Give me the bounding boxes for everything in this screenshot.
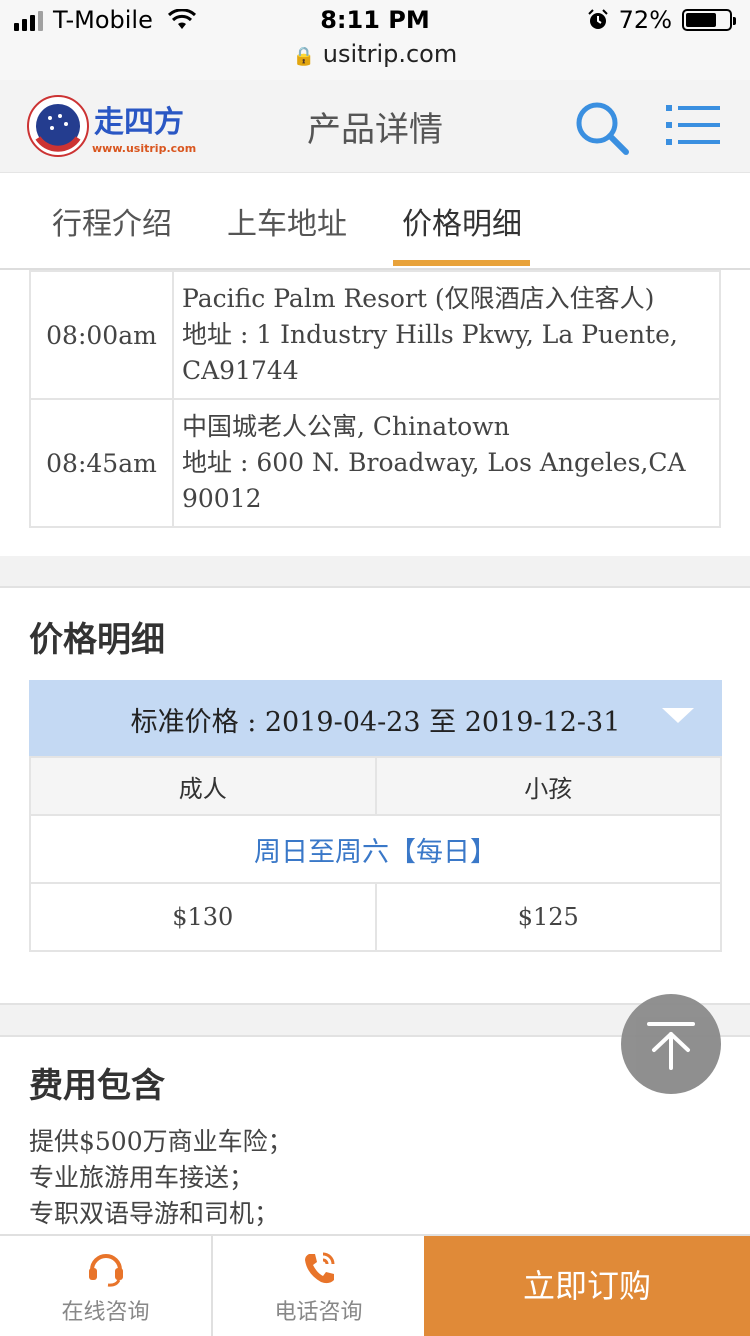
buy-now-button[interactable]: 立即订购: [424, 1236, 750, 1336]
pickup-location: 中国城老人公寓, Chinatown 地址 : 600 N. Broadway,…: [172, 398, 721, 528]
column-header-adult: 成人: [29, 756, 377, 816]
includes-section-title: 费用包含: [29, 1066, 165, 1106]
price-child: $125: [374, 882, 722, 952]
status-right: 72%: [587, 6, 736, 34]
online-consult-label: 在线咨询: [61, 1300, 150, 1325]
page-title: 产品详情: [307, 110, 443, 150]
price-adult: $130: [29, 882, 377, 952]
tab-itinerary[interactable]: 行程介绍: [52, 199, 172, 243]
section-divider: [0, 556, 750, 588]
price-period-selector[interactable]: 标准价格 : 2019-04-23 至 2019-12-31: [29, 680, 722, 756]
tab-bar: 行程介绍 上车地址 价格明细: [0, 173, 750, 270]
phone-icon: [304, 1252, 334, 1284]
lock-icon: 🔒: [292, 46, 316, 67]
battery-percent: 72%: [618, 6, 672, 34]
includes-list: 提供$500万商业车险； 专业旅游用车接送； 专职双语导游和司机；: [29, 1124, 293, 1232]
pickup-address: 地址 : 600 N. Broadway, Los Angeles,CA 900…: [182, 448, 686, 513]
app-header: 走四方 www.usitrip.com 产品详情: [0, 80, 750, 173]
day-range-label: 周日至周六【每日】: [29, 814, 722, 884]
tab-price-detail[interactable]: 价格明细: [402, 199, 522, 243]
pickup-time: 08:00am: [29, 270, 174, 400]
menu-icon[interactable]: [666, 102, 720, 148]
table-row: 周日至周六【每日】: [29, 814, 722, 884]
headset-icon: [88, 1254, 123, 1287]
status-bar: T-Mobile 8:11 PM 72% 🔒 usitrip.com: [0, 0, 750, 80]
phone-consult-label: 电话咨询: [274, 1300, 363, 1325]
list-item: 专职双语导游和司机；: [29, 1199, 280, 1228]
url-text: usitrip.com: [322, 40, 458, 68]
price-table: 成人 小孩 周日至周六【每日】 $130 $125: [29, 756, 722, 952]
url-bar[interactable]: 🔒 usitrip.com: [0, 40, 750, 68]
table-row: 08:45am 中国城老人公寓, Chinatown 地址 : 600 N. B…: [29, 398, 721, 528]
pickup-place: Pacific Palm Resort (仅限酒店入住客人): [182, 284, 655, 313]
phone-consult-button[interactable]: 电话咨询: [213, 1236, 424, 1336]
back-to-top-button[interactable]: [621, 994, 721, 1094]
battery-fill: [686, 13, 717, 27]
column-header-child: 小孩: [374, 756, 722, 816]
alarm-icon: [587, 9, 608, 29]
price-period-label: 标准价格 : 2019-04-23 至 2019-12-31: [130, 707, 621, 738]
arrow-up-icon: [647, 1022, 695, 1070]
table-row: 08:00am Pacific Palm Resort (仅限酒店入住客人) 地…: [29, 270, 721, 400]
chevron-down-icon[interactable]: [662, 708, 694, 723]
table-header-row: 成人 小孩: [29, 756, 722, 816]
online-consult-button[interactable]: 在线咨询: [0, 1236, 211, 1336]
table-row: $130 $125: [29, 882, 722, 952]
bottom-action-bar: 在线咨询 电话咨询 立即订购: [0, 1234, 750, 1336]
pickup-table: 08:00am Pacific Palm Resort (仅限酒店入住客人) 地…: [29, 270, 721, 528]
pickup-address: 地址 : 1 Industry Hills Pkwy, La Puente, C…: [182, 320, 678, 385]
list-item: 专业旅游用车接送；: [29, 1163, 255, 1192]
pickup-place: 中国城老人公寓, Chinatown: [182, 412, 510, 441]
active-tab-indicator: [393, 260, 530, 266]
tab-pickup-address[interactable]: 上车地址: [227, 199, 347, 243]
list-item: 提供$500万商业车险；: [29, 1127, 293, 1156]
pickup-location: Pacific Palm Resort (仅限酒店入住客人) 地址 : 1 In…: [172, 270, 721, 400]
price-section-title: 价格明细: [29, 620, 165, 660]
search-icon[interactable]: [572, 98, 632, 158]
pickup-time: 08:45am: [29, 398, 174, 528]
battery-icon: [682, 9, 736, 31]
